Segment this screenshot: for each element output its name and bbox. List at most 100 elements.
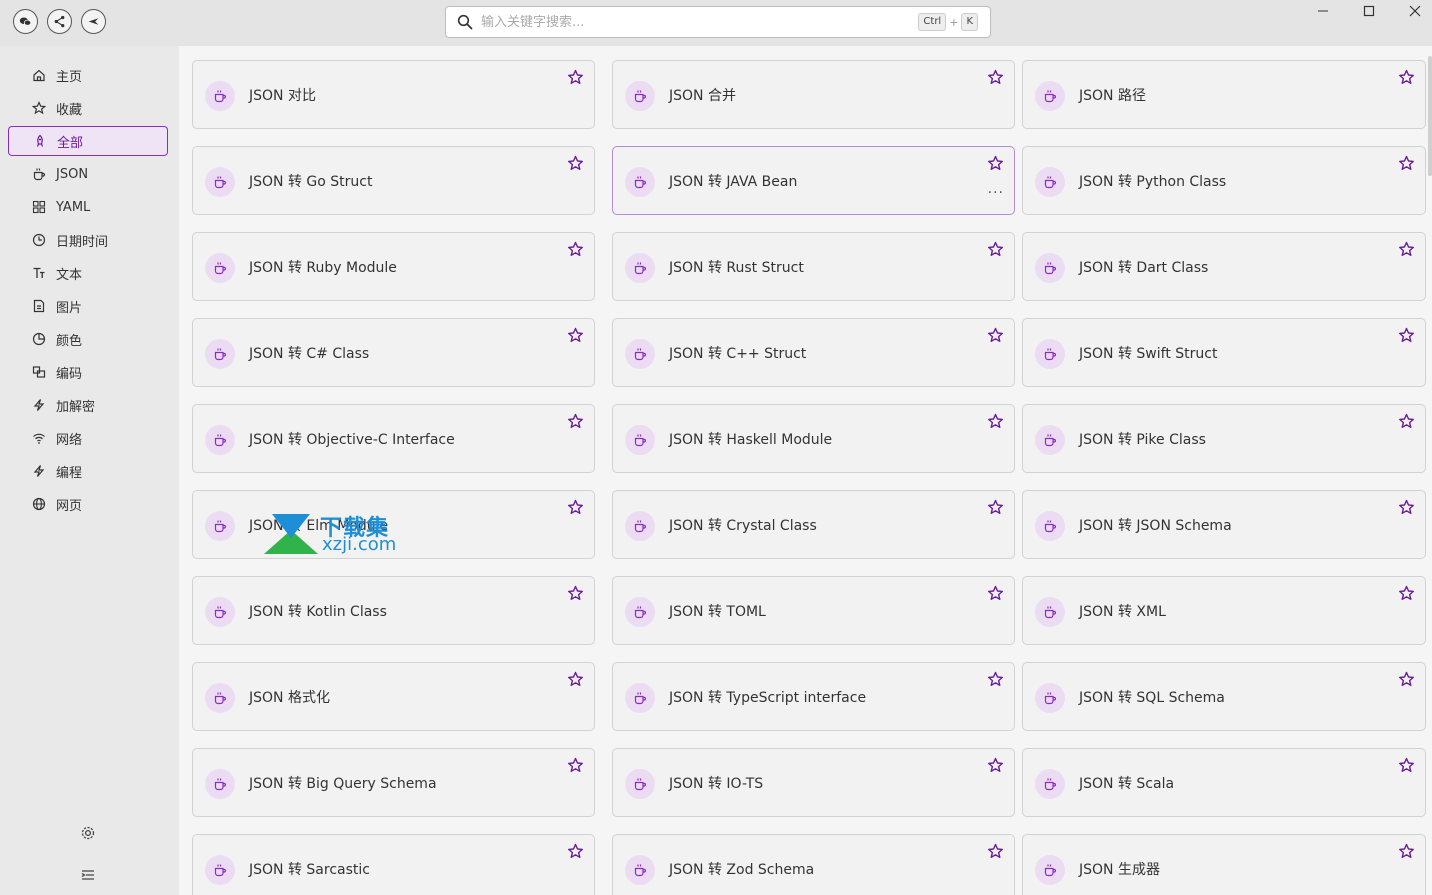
search-box[interactable]: Ctrl + K: [445, 6, 991, 38]
sidebar-item-8[interactable]: 颜色: [8, 324, 168, 354]
wechat-icon[interactable]: [13, 9, 38, 34]
tool-card-title: JSON 转 IO-TS: [669, 776, 764, 792]
sidebar-item-9[interactable]: 编码: [8, 357, 168, 387]
tool-card[interactable]: JSON 转 Crystal Class: [612, 490, 1015, 559]
tool-card[interactable]: JSON 转 Kotlin Class: [192, 576, 595, 645]
favorite-star-icon[interactable]: [567, 413, 584, 430]
favorite-star-icon[interactable]: [567, 671, 584, 688]
tool-card[interactable]: JSON 转 C# Class: [192, 318, 595, 387]
favorite-star-icon[interactable]: [987, 69, 1004, 86]
cup-icon: [205, 855, 235, 885]
minimize-button[interactable]: [1300, 0, 1346, 22]
favorite-star-icon[interactable]: [987, 757, 1004, 774]
favorite-star-icon[interactable]: [1398, 757, 1415, 774]
favorite-star-icon[interactable]: [1398, 843, 1415, 860]
tool-card[interactable]: JSON 转 Python Class: [1022, 146, 1426, 215]
sidebar-item-10[interactable]: 加解密: [8, 390, 168, 420]
favorite-star-icon[interactable]: [567, 843, 584, 860]
favorite-star-icon[interactable]: [987, 499, 1004, 516]
settings-icon[interactable]: [79, 824, 97, 842]
sidebar-item-7[interactable]: 图片: [8, 291, 168, 321]
tool-card[interactable]: JSON 转 Pike Class: [1022, 404, 1426, 473]
favorite-star-icon[interactable]: [1398, 585, 1415, 602]
tool-card[interactable]: JSON 路径: [1022, 60, 1426, 129]
sidebar-item-4[interactable]: YAML: [8, 192, 168, 222]
tool-card-title: JSON 转 Swift Struct: [1079, 346, 1218, 362]
favorite-star-icon[interactable]: [1398, 69, 1415, 86]
tool-card[interactable]: JSON 转 Dart Class: [1022, 232, 1426, 301]
sidebar-item-label: JSON: [56, 166, 89, 182]
tool-card[interactable]: JSON 格式化: [192, 662, 595, 731]
plane-icon[interactable]: [81, 9, 106, 34]
sidebar-item-12[interactable]: 编程: [8, 456, 168, 486]
tool-card[interactable]: JSON 转 Go Struct: [192, 146, 595, 215]
favorite-star-icon[interactable]: [567, 499, 584, 516]
search-icon: [457, 14, 473, 30]
favorite-star-icon[interactable]: [567, 69, 584, 86]
favorite-star-icon[interactable]: [1398, 241, 1415, 258]
share-icon[interactable]: [47, 9, 72, 34]
sidebar-item-5[interactable]: 日期时间: [8, 225, 168, 255]
tool-card[interactable]: JSON 转 JAVA Bean ···: [612, 146, 1015, 215]
tool-card[interactable]: JSON 转 SQL Schema: [1022, 662, 1426, 731]
tool-card[interactable]: JSON 转 Big Query Schema: [192, 748, 595, 817]
tool-card-title: JSON 转 Big Query Schema: [249, 776, 437, 792]
tool-card[interactable]: JSON 转 Objective-C Interface: [192, 404, 595, 473]
favorite-star-icon[interactable]: [987, 585, 1004, 602]
cup-icon: [1035, 339, 1065, 369]
tool-card[interactable]: JSON 转 Haskell Module: [612, 404, 1015, 473]
tool-card[interactable]: JSON 转 XML: [1022, 576, 1426, 645]
tool-card[interactable]: JSON 转 TOML: [612, 576, 1015, 645]
image-icon: [32, 299, 46, 313]
favorite-star-icon[interactable]: [1398, 671, 1415, 688]
favorite-star-icon[interactable]: [567, 585, 584, 602]
favorite-star-icon[interactable]: [567, 757, 584, 774]
tool-card-title: JSON 转 C# Class: [249, 346, 370, 362]
tool-card[interactable]: JSON 对比: [192, 60, 595, 129]
cup-icon: [1035, 511, 1065, 541]
sidebar-item-13[interactable]: 网页: [8, 489, 168, 519]
favorite-star-icon[interactable]: [987, 413, 1004, 430]
sidebar-item-11[interactable]: 网络: [8, 423, 168, 453]
tool-card[interactable]: JSON 合并: [612, 60, 1015, 129]
favorite-star-icon[interactable]: [1398, 413, 1415, 430]
tool-card[interactable]: JSON 转 Rust Struct: [612, 232, 1015, 301]
favorite-star-icon[interactable]: [987, 671, 1004, 688]
collapse-menu-icon[interactable]: [79, 866, 97, 884]
tool-card[interactable]: JSON 转 C++ Struct: [612, 318, 1015, 387]
sidebar-item-0[interactable]: 主页: [8, 60, 168, 90]
favorite-star-icon[interactable]: [987, 327, 1004, 344]
more-options-button[interactable]: ···: [988, 185, 1004, 201]
tool-card[interactable]: JSON 转 Ruby Module: [192, 232, 595, 301]
favorite-star-icon[interactable]: [567, 327, 584, 344]
sidebar-item-2[interactable]: 全部: [8, 126, 168, 156]
tool-card-title: JSON 转 TOML: [669, 604, 766, 620]
favorite-star-icon[interactable]: [1398, 499, 1415, 516]
sidebar-item-3[interactable]: JSON: [8, 159, 168, 189]
tool-card[interactable]: JSON 转 TypeScript interface: [612, 662, 1015, 731]
tool-card[interactable]: JSON 转 Sarcastic: [192, 834, 595, 895]
cup-icon: [625, 683, 655, 713]
tool-card[interactable]: JSON 转 IO-TS: [612, 748, 1015, 817]
rocket-icon: [33, 134, 47, 148]
maximize-button[interactable]: [1346, 0, 1392, 22]
tool-card[interactable]: JSON 转 Swift Struct: [1022, 318, 1426, 387]
favorite-star-icon[interactable]: [987, 241, 1004, 258]
favorite-star-icon[interactable]: [987, 155, 1004, 172]
favorite-star-icon[interactable]: [567, 241, 584, 258]
cup-icon: [625, 167, 655, 197]
tool-card[interactable]: JSON 转 Zod Schema: [612, 834, 1015, 895]
close-button[interactable]: [1392, 0, 1432, 22]
favorite-star-icon[interactable]: [567, 155, 584, 172]
sidebar-item-1[interactable]: 收藏: [8, 93, 168, 123]
favorite-star-icon[interactable]: [1398, 155, 1415, 172]
tool-card[interactable]: JSON 转 Scala: [1022, 748, 1426, 817]
sidebar-item-6[interactable]: 文本: [8, 258, 168, 288]
search-input[interactable]: [481, 14, 919, 30]
favorite-star-icon[interactable]: [987, 843, 1004, 860]
favorite-star-icon[interactable]: [1398, 327, 1415, 344]
tool-card[interactable]: JSON 转 JSON Schema: [1022, 490, 1426, 559]
tool-card-title: JSON 转 XML: [1079, 604, 1166, 620]
tool-card[interactable]: JSON 生成器: [1022, 834, 1426, 895]
scrollbar[interactable]: [1428, 56, 1432, 176]
